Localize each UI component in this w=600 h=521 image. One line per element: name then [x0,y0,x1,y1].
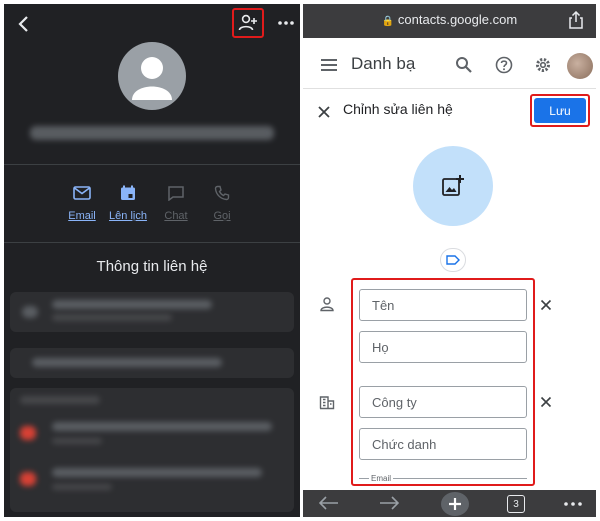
contact-avatar [118,42,186,110]
blurred-message-1 [52,422,272,431]
action-email[interactable]: Email [60,182,104,222]
chat-icon [168,186,184,201]
add-to-contacts-button[interactable] [232,8,264,38]
company-input[interactable] [360,387,526,417]
browser-bottom-bar: 3 [303,490,596,517]
contact-top-bar [4,4,300,44]
blurred-gmail-icon [20,426,36,440]
divider [4,164,300,165]
label-button[interactable] [440,248,466,272]
blurred-info-text [32,358,222,367]
edit-title: Chỉnh sửa liên hệ [343,101,453,117]
action-schedule-label: Lên lịch [109,210,147,222]
blurred-interactions-card [10,388,294,512]
back-arrow-icon[interactable] [319,496,339,510]
calendar-icon [121,185,135,200]
close-icon[interactable] [540,396,552,408]
action-chat: Chat [154,182,198,222]
share-icon[interactable] [568,11,584,29]
tab-switcher-button[interactable]: 3 [507,495,525,513]
contact-detail-panel: Email Lên lịch Chat Gọi Thông tin liên h… [4,4,300,517]
edit-contact-panel: 🔒 contacts.google.com Danh bạ Chỉnh sửa … [303,4,596,517]
first-name-field[interactable] [359,289,527,321]
blurred-message-2 [52,468,262,477]
close-icon[interactable] [540,299,552,311]
blurred-message-1-date [52,438,102,444]
action-schedule[interactable]: Lên lịch [106,182,150,222]
blurred-message-2-date [52,484,112,490]
email-field-label: Email [369,474,394,483]
menu-icon[interactable] [321,58,337,72]
section-title: Thông tin liên hệ [96,258,208,275]
app-bar: Danh bạ [303,44,596,88]
action-call-label: Gọi [213,210,231,222]
save-button-highlight: Lưu [530,94,590,127]
action-email-label: Email [68,210,96,222]
lock-icon: 🔒 [381,16,395,27]
blurred-gmail-icon [20,472,36,486]
search-icon[interactable] [455,56,473,74]
close-icon[interactable] [317,105,331,119]
account-avatar[interactable] [567,53,593,79]
add-person-icon [238,14,257,31]
company-field[interactable] [359,386,527,418]
plus-icon [449,498,461,510]
person-silhouette-icon [132,57,172,100]
action-call: Gọi [200,182,244,222]
action-chat-label: Chat [164,210,188,222]
blurred-email-row [10,292,294,332]
building-icon [319,396,335,410]
blurred-contact-name [30,126,274,140]
add-photo-button[interactable] [413,146,493,226]
last-name-field[interactable] [359,331,527,363]
divider [4,242,300,243]
new-tab-button[interactable] [441,492,469,516]
browser-url-bar[interactable]: 🔒 contacts.google.com [303,4,596,38]
blurred-email-text [52,300,212,309]
job-title-field[interactable] [359,428,527,460]
help-icon[interactable] [495,56,513,74]
label-icon [446,255,460,265]
gear-icon[interactable] [534,56,552,74]
blurred-info-row [10,348,294,378]
url-text: contacts.google.com [397,12,518,27]
back-arrow-icon[interactable] [14,14,34,34]
job-title-input[interactable] [360,429,526,459]
save-button[interactable]: Lưu [534,98,586,123]
last-name-input[interactable] [360,332,526,362]
person-icon [320,297,334,312]
first-name-input[interactable] [360,290,526,320]
forward-arrow-icon[interactable] [379,496,399,510]
blurred-email-icon [22,306,38,318]
phone-icon [214,185,230,201]
url-text-wrap: 🔒 contacts.google.com [303,12,596,27]
screenshot-frame: Email Lên lịch Chat Gọi Thông tin liên h… [0,0,600,521]
blurred-card-title [20,396,100,404]
app-title: Danh bạ [351,54,416,73]
blurred-email-sub [52,314,172,321]
more-options-icon[interactable] [276,16,296,30]
edit-header: Chỉnh sửa liên hệ Lưu [303,88,596,132]
email-icon [73,186,91,200]
more-options-icon[interactable] [563,500,583,508]
add-photo-icon [442,175,464,196]
